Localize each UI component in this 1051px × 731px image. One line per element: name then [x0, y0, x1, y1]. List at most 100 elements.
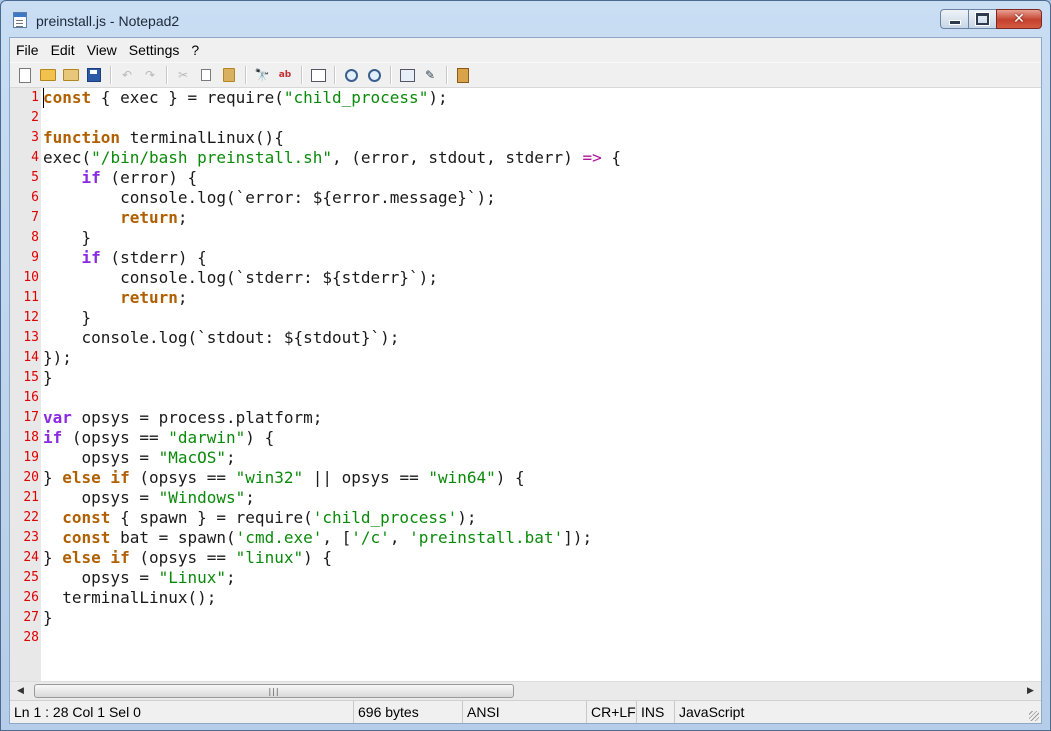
- code-token: , [: [322, 528, 352, 547]
- code-line[interactable]: 8 }: [10, 228, 1041, 248]
- status-bar: Ln 1 : 28 Col 1 Sel 0 696 bytes ANSI CR+…: [10, 700, 1041, 723]
- status-lexer[interactable]: JavaScript: [674, 701, 1041, 723]
- cut-icon[interactable]: ✂: [172, 65, 194, 85]
- line-number: 18: [23, 430, 39, 445]
- word-wrap-icon[interactable]: [307, 65, 329, 85]
- code-line[interactable]: 25 opsys = "Linux";: [10, 568, 1041, 588]
- exit-icon[interactable]: [452, 65, 474, 85]
- code-token: }: [43, 308, 92, 327]
- customize-icon[interactable]: ✎: [419, 65, 441, 85]
- code-token: "win32": [235, 468, 304, 487]
- copy-icon[interactable]: [195, 65, 217, 85]
- code-line[interactable]: 19 opsys = "MacOS";: [10, 448, 1041, 468]
- code-token: (opsys ==: [129, 468, 236, 487]
- undo-icon[interactable]: ↶: [116, 65, 138, 85]
- code-token: ) {: [245, 428, 275, 447]
- zoom-out-icon[interactable]: [363, 65, 385, 85]
- code-token: 'preinstall.bat': [409, 528, 564, 547]
- status-mode[interactable]: INS: [636, 701, 674, 723]
- code-text: return;: [43, 288, 188, 308]
- line-number: 19: [23, 450, 39, 465]
- code-line[interactable]: 20} else if (opsys == "win32" || opsys =…: [10, 468, 1041, 488]
- menu-help[interactable]: ?: [185, 39, 205, 61]
- title-bar[interactable]: preinstall.js - Notepad2 ✕: [1, 1, 1050, 37]
- paste-icon[interactable]: [218, 65, 240, 85]
- code-token: function: [43, 128, 121, 147]
- open-icon[interactable]: [37, 65, 59, 85]
- line-number: 15: [23, 370, 39, 385]
- code-line[interactable]: 18 if (opsys == "darwin") {: [10, 428, 1041, 448]
- code-line[interactable]: 3 function terminalLinux(){: [10, 128, 1041, 148]
- code-line[interactable]: 2: [10, 108, 1041, 128]
- code-line[interactable]: 16: [10, 388, 1041, 408]
- code-token: "/bin/bash preinstall.sh": [91, 148, 332, 167]
- save-icon[interactable]: [83, 65, 105, 85]
- code-token: const: [62, 528, 111, 547]
- code-editor[interactable]: 1 const { exec } = require("child_process…: [10, 88, 1041, 681]
- new-icon[interactable]: [14, 65, 36, 85]
- code-text: });: [43, 348, 72, 368]
- line-number: 20: [23, 470, 39, 485]
- code-line[interactable]: 24} else if (opsys == "linux") {: [10, 548, 1041, 568]
- code-line[interactable]: 9 if (stderr) {: [10, 248, 1041, 268]
- code-line[interactable]: 11 return;: [10, 288, 1041, 308]
- horizontal-scrollbar[interactable]: ◀ ||| ▶: [10, 681, 1041, 700]
- code-line[interactable]: 23 const bat = spawn('cmd.exe', ['/c', '…: [10, 528, 1041, 548]
- scroll-left-icon[interactable]: ◀: [12, 682, 29, 700]
- code-text: console.log(`stderr: ${stderr}`);: [43, 268, 438, 288]
- code-line[interactable]: 5 if (error) {: [10, 168, 1041, 188]
- menu-settings[interactable]: Settings: [123, 39, 186, 61]
- code-token: console.log(`stderr: ${stderr}`);: [43, 268, 438, 287]
- code-token: else if: [62, 548, 130, 567]
- code-token: opsys =: [43, 568, 159, 587]
- replace-icon[interactable]: ab: [274, 65, 296, 85]
- toolbar-separator: [110, 66, 112, 84]
- line-number: 10: [23, 270, 39, 285]
- status-encoding[interactable]: ANSI: [462, 701, 586, 723]
- minimize-button[interactable]: [940, 9, 969, 29]
- code-line[interactable]: 13 console.log(`stdout: ${stdout}`);: [10, 328, 1041, 348]
- find-icon[interactable]: 🔭: [251, 65, 273, 85]
- code-line[interactable]: 26 terminalLinux();: [10, 588, 1041, 608]
- text-caret: [43, 88, 44, 108]
- code-text: if (error) {: [43, 168, 198, 188]
- code-line[interactable]: 27}: [10, 608, 1041, 628]
- code-line[interactable]: 15}: [10, 368, 1041, 388]
- scroll-thumb[interactable]: |||: [34, 684, 514, 698]
- code-line[interactable]: 22 const { spawn } = require('child_proc…: [10, 508, 1041, 528]
- code-line[interactable]: 1 const { exec } = require("child_process…: [10, 88, 1041, 108]
- notepad-icon: [13, 12, 27, 28]
- menu-file[interactable]: File: [10, 39, 45, 61]
- redo-icon[interactable]: ↷: [139, 65, 161, 85]
- zoom-in-icon[interactable]: [340, 65, 362, 85]
- menu-view[interactable]: View: [81, 39, 123, 61]
- line-number: 28: [23, 630, 39, 645]
- menu-bar: File Edit View Settings ?: [10, 38, 1041, 62]
- code-token: ;: [177, 288, 188, 307]
- scheme-icon[interactable]: [396, 65, 418, 85]
- code-line[interactable]: 10 console.log(`stderr: ${stderr}`);: [10, 268, 1041, 288]
- code-line[interactable]: 12 }: [10, 308, 1041, 328]
- line-number: 8: [31, 230, 39, 245]
- scroll-right-icon[interactable]: ▶: [1022, 682, 1039, 700]
- code-token: if: [43, 428, 63, 447]
- code-token: { exec } = require(: [91, 88, 284, 107]
- close-button[interactable]: ✕: [996, 9, 1042, 29]
- code-line[interactable]: 6 console.log(`error: ${error.message}`)…: [10, 188, 1041, 208]
- browse-icon[interactable]: [60, 65, 82, 85]
- resize-grip-icon[interactable]: [1029, 711, 1039, 721]
- code-line[interactable]: 21 opsys = "Windows";: [10, 488, 1041, 508]
- code-line[interactable]: 14});: [10, 348, 1041, 368]
- code-line[interactable]: 4 exec("/bin/bash preinstall.sh", (error,…: [10, 148, 1041, 168]
- code-line[interactable]: 17 var opsys = process.platform;: [10, 408, 1041, 428]
- line-number: 26: [23, 590, 39, 605]
- menu-edit[interactable]: Edit: [45, 39, 81, 61]
- code-text: opsys = "Windows";: [43, 488, 255, 508]
- code-text: var opsys = process.platform;: [43, 408, 322, 428]
- status-eol[interactable]: CR+LF: [586, 701, 636, 723]
- code-line[interactable]: 7 return;: [10, 208, 1041, 228]
- code-line[interactable]: 28: [10, 628, 1041, 648]
- maximize-button[interactable]: [968, 9, 997, 29]
- code-token: 'child_process': [312, 508, 458, 527]
